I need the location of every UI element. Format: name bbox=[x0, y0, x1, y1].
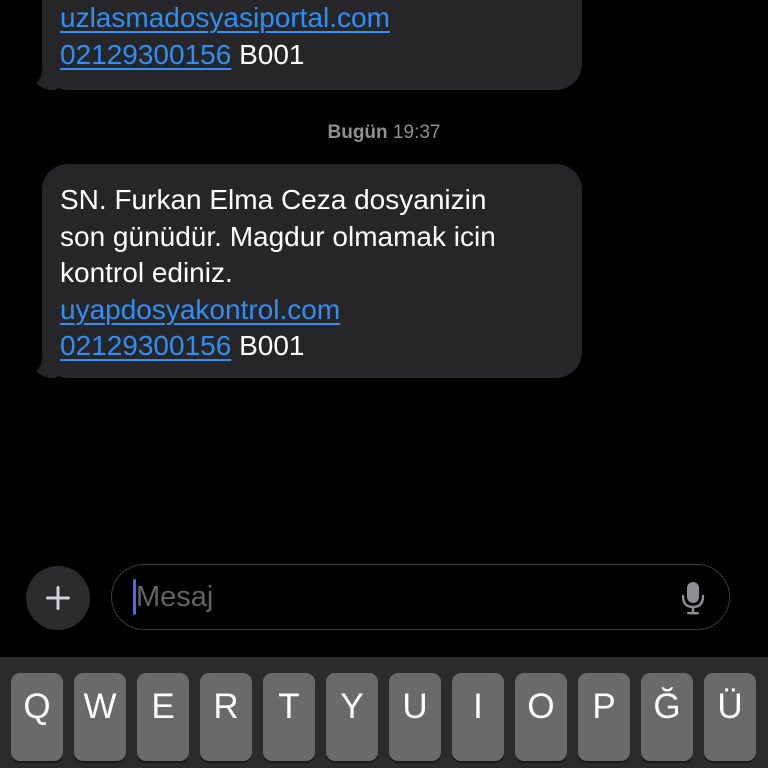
message-body: uzlasmadosyasiportal.com 02129300156 B00… bbox=[60, 0, 390, 73]
add-attachment-button[interactable] bbox=[26, 566, 90, 630]
message-line: SN. Furkan Elma Ceza dosyanizin bbox=[60, 184, 487, 215]
message-line: uyapdosyakontrol.com bbox=[60, 292, 562, 329]
timestamp-day: Bugün bbox=[327, 122, 388, 143]
message-composer[interactable] bbox=[111, 564, 730, 630]
key-y[interactable]: Y bbox=[326, 673, 378, 761]
message-line: son günüdür. Magdur olmamak icin bbox=[60, 220, 496, 252]
key-i[interactable]: I bbox=[452, 673, 504, 761]
message-body: SN. Furkan Elma Ceza dosyanizin son günü… bbox=[60, 182, 562, 365]
keyboard: Q W E R T Y U I O P Ğ Ü bbox=[0, 657, 768, 768]
phone-link[interactable]: 02129300156 bbox=[60, 330, 231, 361]
message-bubble-latest: SN. Furkan Elma Ceza dosyanizin son günü… bbox=[18, 164, 582, 378]
message-link[interactable]: uzlasmadosyasiportal.com bbox=[60, 2, 390, 33]
key-g-breve[interactable]: Ğ bbox=[641, 673, 693, 761]
message-link[interactable]: uyapdosyakontrol.com bbox=[60, 294, 340, 325]
key-q[interactable]: Q bbox=[11, 673, 63, 761]
key-u-umlaut[interactable]: Ü bbox=[704, 673, 756, 761]
plus-icon bbox=[46, 586, 70, 610]
key-r[interactable]: R bbox=[200, 673, 252, 761]
sender-code: B001 bbox=[231, 38, 305, 70]
key-e[interactable]: E bbox=[137, 673, 189, 761]
message-line: uzlasmadosyasiportal.com bbox=[60, 0, 390, 37]
microphone-icon[interactable] bbox=[681, 581, 705, 615]
key-t[interactable]: T bbox=[263, 673, 315, 761]
message-bubble-previous: uzlasmadosyasiportal.com 02129300156 B00… bbox=[18, 0, 582, 90]
phone-link[interactable]: 02129300156 bbox=[60, 39, 231, 70]
message-line: 02129300156 B001 bbox=[60, 37, 390, 74]
key-u[interactable]: U bbox=[389, 673, 441, 761]
message-line: 02129300156 B001 bbox=[60, 328, 562, 365]
message-timestamp: Bugün 19:37 bbox=[0, 122, 768, 144]
key-w[interactable]: W bbox=[74, 673, 126, 761]
message-input[interactable] bbox=[136, 575, 656, 619]
key-o[interactable]: O bbox=[515, 673, 567, 761]
timestamp-time: 19:37 bbox=[387, 122, 441, 143]
message-line: kontrol ediniz. bbox=[60, 257, 233, 288]
key-p[interactable]: P bbox=[578, 673, 630, 761]
sender-code: B001 bbox=[231, 330, 305, 361]
